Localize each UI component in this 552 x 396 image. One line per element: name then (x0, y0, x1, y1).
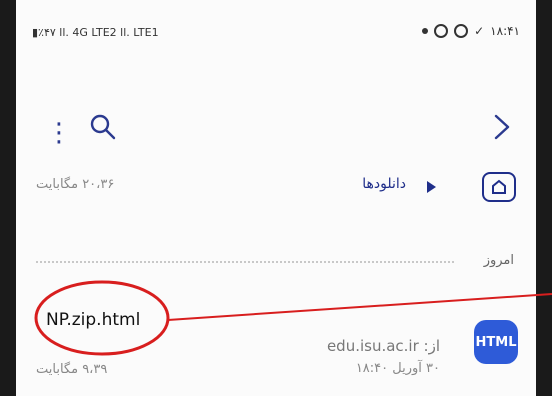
file-name[interactable]: NP.zip.html (46, 310, 140, 330)
status-indicators: ▮٪۴۷ ll. 4G LTE2 ll. LTE1 (32, 26, 159, 39)
file-size: ۹،۳۹ مگابایت (36, 362, 108, 377)
status-time: ۱۸:۴۱ (490, 24, 520, 38)
html-file-icon[interactable]: HTML (474, 320, 518, 364)
app-notification-icon-2 (454, 24, 469, 38)
home-icon (492, 179, 506, 194)
section-divider (36, 261, 454, 263)
phone-screen: ▮٪۴۷ ll. 4G LTE2 ll. LTE1 ✓ ۱۸:۴۱ ⋮ ۲۰،۳… (16, 0, 536, 396)
file-date: ۳۰ آوریل ۱۸:۴۰ (355, 361, 440, 376)
status-bar: ▮٪۴۷ ll. 4G LTE2 ll. LTE1 ✓ ۱۸:۴۱ (16, 0, 536, 60)
section-today: امروز (483, 253, 514, 268)
breadcrumb-downloads[interactable]: دانلودها (362, 176, 406, 192)
more-options-button[interactable]: ⋮ (46, 118, 72, 148)
file-source: از: edu.isu.ac.ir (326, 337, 440, 355)
status-right: ✓ ۱۸:۴۱ (422, 24, 520, 38)
breadcrumb-arrow-icon (427, 181, 436, 193)
folder-total-size: ۲۰،۳۶ مگابایت (36, 177, 115, 192)
home-folder-button[interactable] (482, 172, 516, 202)
app-notification-icon (434, 24, 449, 38)
notification-dot-icon (422, 28, 429, 34)
chevron-right-icon[interactable] (490, 112, 514, 142)
search-icon[interactable] (88, 112, 118, 142)
download-done-icon: ✓ (474, 24, 485, 38)
